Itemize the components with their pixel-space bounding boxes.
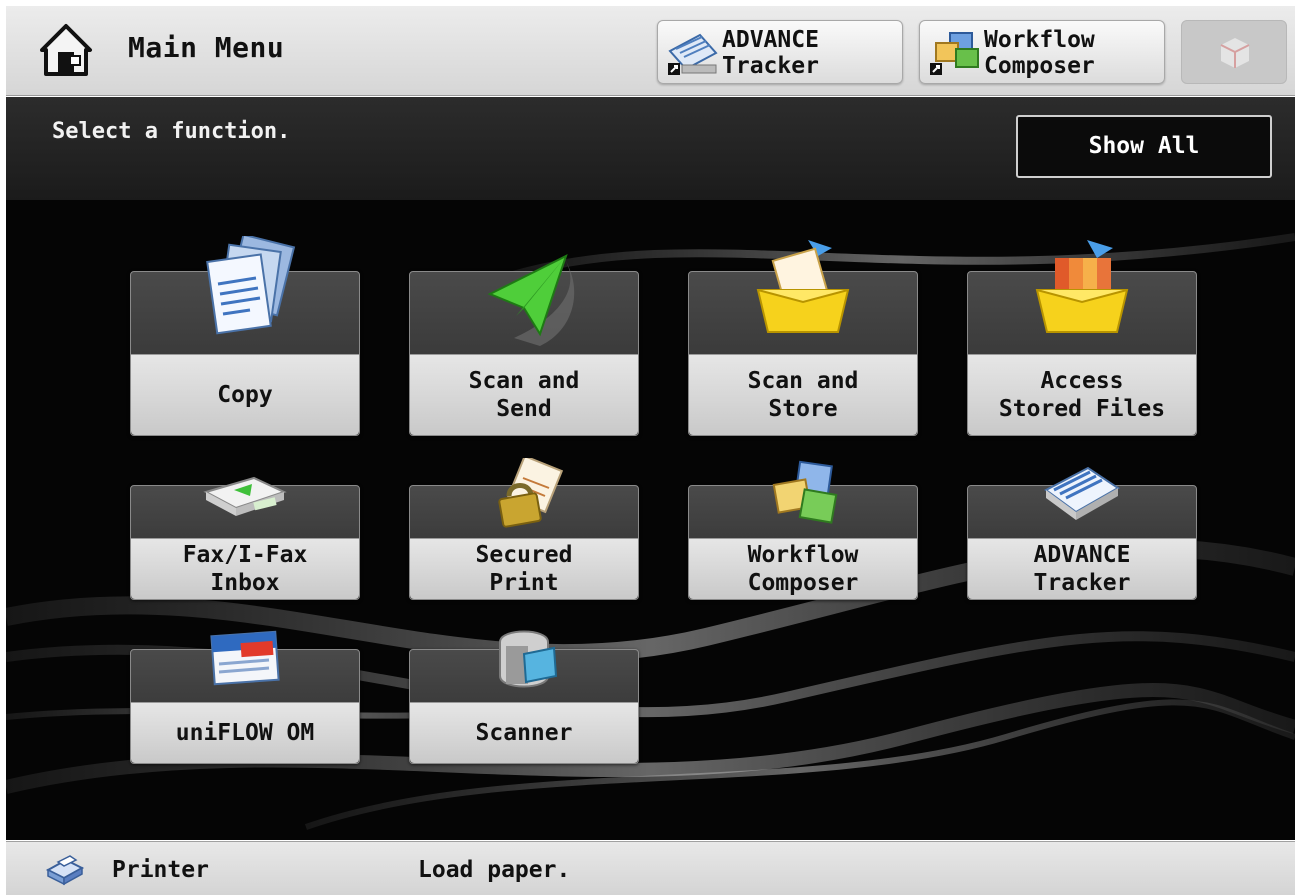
- printer-icon[interactable]: [44, 852, 86, 888]
- tile-copy-label: Copy: [217, 382, 273, 408]
- tile-scan-and-store-label: Scan and Store: [747, 368, 859, 422]
- scanner-icon: [499, 630, 558, 688]
- stored-files-icon: [1035, 240, 1129, 333]
- workflow-composer-icon: [772, 460, 838, 524]
- tile-scan-and-send-label: Scan and Send: [468, 368, 580, 422]
- advance-tracker-shortcut-button[interactable]: ADVANCE Tracker: [657, 20, 903, 84]
- device-status-label: Printer: [112, 857, 209, 883]
- tile-access-stored-files-label: Access Stored Files: [998, 368, 1166, 422]
- status-message: Load paper.: [418, 857, 571, 883]
- advance-tracker-shortcut-label: ADVANCE Tracker: [722, 27, 819, 79]
- tile-advance-tracker-label: ADVANCE Tracker: [1033, 542, 1131, 596]
- tile-advance-tracker[interactable]: ADVANCE Tracker: [967, 466, 1197, 600]
- copy-icon: [206, 236, 296, 335]
- tile-scan-and-store[interactable]: Scan and Store: [688, 240, 918, 436]
- instruction-text: Select a function.: [52, 119, 291, 144]
- advance-tracker-icon: [668, 33, 718, 75]
- disabled-shortcut-button: [1181, 20, 1287, 84]
- tile-scanner[interactable]: Scanner: [409, 630, 639, 764]
- tile-scan-and-send[interactable]: Scan and Send: [409, 254, 639, 436]
- uniflow-icon: [210, 630, 280, 686]
- tile-copy[interactable]: Copy: [130, 236, 360, 436]
- workflow-composer-shortcut-label: Workflow Composer: [984, 27, 1095, 79]
- header-bar: Main Menu ADVANCE Tracker Workflow Compo…: [6, 6, 1295, 96]
- tile-workflow-composer-label: Workflow Composer: [747, 542, 859, 596]
- page-title: Main Menu: [128, 31, 285, 64]
- tile-secured-print-label: Secured Print: [475, 542, 573, 596]
- status-bar: Printer Load paper.: [6, 841, 1295, 895]
- tile-fax-inbox[interactable]: Fax/I-Fax Inbox: [130, 476, 360, 600]
- tile-scanner-label: Scanner: [475, 720, 573, 746]
- tile-access-stored-files[interactable]: Access Stored Files: [967, 240, 1197, 436]
- advance-tracker-icon: [1044, 466, 1120, 520]
- show-all-button[interactable]: Show All: [1016, 115, 1272, 178]
- function-panel: Select a function. Show All Copy Scan an…: [6, 97, 1295, 840]
- tile-secured-print[interactable]: Secured Print: [409, 458, 639, 600]
- paper-plane-icon: [487, 254, 575, 346]
- tile-uniflow-om[interactable]: uniFLOW OM: [130, 630, 360, 764]
- home-icon[interactable]: [36, 20, 96, 78]
- app-window: Main Menu ADVANCE Tracker Workflow Compo…: [6, 6, 1295, 895]
- tile-uniflow-om-label: uniFLOW OM: [175, 720, 315, 746]
- tile-workflow-composer[interactable]: Workflow Composer: [688, 460, 918, 600]
- cube-icon: [1220, 38, 1250, 68]
- secured-print-icon: [498, 458, 564, 528]
- store-box-icon: [756, 240, 850, 333]
- workflow-composer-icon: [930, 32, 979, 75]
- fax-inbox-icon: [203, 476, 287, 516]
- tile-fax-inbox-label: Fax/I-Fax Inbox: [182, 542, 308, 596]
- workflow-composer-shortcut-button[interactable]: Workflow Composer: [919, 20, 1165, 84]
- message-bar: Select a function. Show All: [6, 97, 1295, 200]
